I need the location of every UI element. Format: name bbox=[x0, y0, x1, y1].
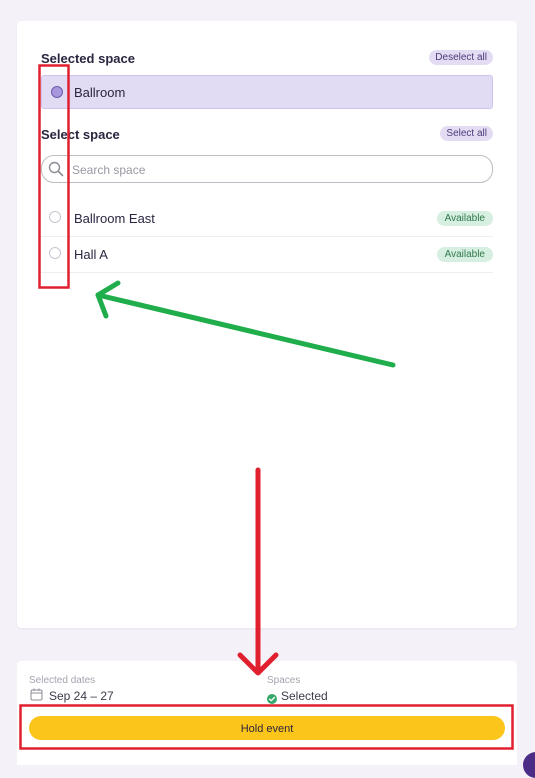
search-icon bbox=[48, 161, 64, 182]
status-badge: Available bbox=[436, 211, 493, 226]
selected-space-radio[interactable] bbox=[51, 86, 63, 98]
selected-space-title: Selected space bbox=[41, 51, 135, 66]
deselect-all-button[interactable]: Deselect all bbox=[429, 50, 493, 65]
selected-space-item[interactable]: Ballroom bbox=[41, 75, 493, 109]
space-label: Hall A bbox=[74, 247, 108, 262]
space-radio[interactable] bbox=[49, 211, 61, 223]
spaces-value: Selected bbox=[281, 689, 328, 703]
space-list-item[interactable]: Hall A Available bbox=[41, 237, 493, 273]
select-all-button[interactable]: Select all bbox=[440, 126, 493, 141]
spaces-label: Spaces bbox=[267, 675, 301, 686]
status-badge: Available bbox=[436, 247, 493, 262]
hold-event-button[interactable]: Hold event bbox=[29, 716, 505, 740]
calendar-icon bbox=[30, 688, 43, 706]
check-circle-icon bbox=[267, 691, 277, 709]
selected-space-label: Ballroom bbox=[74, 85, 126, 100]
chat-launcher-button[interactable] bbox=[523, 752, 535, 778]
space-selection-card: Selected space Deselect all Ballroom Sel… bbox=[17, 21, 517, 628]
space-list-item[interactable]: Ballroom East Available bbox=[41, 201, 493, 237]
selected-dates-value: Sep 24 – 27 bbox=[49, 689, 114, 703]
space-radio[interactable] bbox=[49, 247, 61, 259]
select-space-title: Select space bbox=[41, 127, 120, 142]
selected-dates-label: Selected dates bbox=[29, 675, 96, 686]
search-space-input[interactable] bbox=[70, 156, 484, 184]
space-label: Ballroom East bbox=[74, 211, 155, 226]
event-summary-footer: Selected dates Sep 24 – 27 Spaces Select… bbox=[17, 661, 517, 765]
search-space-field[interactable] bbox=[41, 155, 493, 184]
